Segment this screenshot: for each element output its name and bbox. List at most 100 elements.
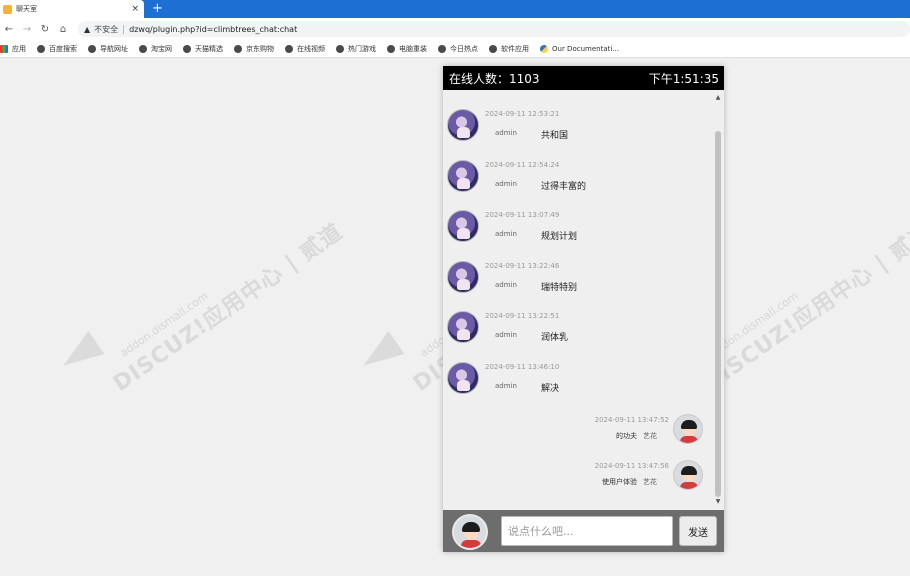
python-icon (540, 44, 548, 53)
watermark-brand: DISCUZ!应用中心 | 贰道 (699, 219, 910, 397)
globe-icon (387, 44, 395, 53)
bookmark-item[interactable]: 电脑重装 (387, 44, 427, 54)
tab-strip: 聊天室 × + (0, 0, 910, 18)
avatar (447, 160, 479, 192)
avatar (447, 210, 479, 242)
avatar-shirt (680, 436, 698, 443)
bookmarks-bar: 应用 百度搜索 导航网址 淘宝网 天猫精选 京东购物 在线视频 热门游戏 电脑重… (0, 40, 910, 58)
avatar (447, 362, 479, 394)
warning-icon: ▲ (84, 24, 91, 34)
insecure-label: 不安全 (94, 24, 119, 34)
scrollbar[interactable]: ▲ ▼ (714, 94, 722, 506)
avatar-hair (681, 420, 697, 429)
message-text: 使用户体验 (602, 478, 637, 486)
message-time: 2024-09-11 13:46:10 (485, 363, 560, 371)
forward-icon[interactable]: → (18, 24, 36, 35)
watermark-arrow-icon (55, 331, 105, 377)
bookmark-item[interactable]: 淘宝网 (139, 44, 172, 54)
message-text: 瑞特特别 (541, 283, 578, 293)
globe-icon (336, 44, 344, 53)
scroll-up-icon[interactable]: ▲ (714, 94, 722, 102)
message-item: 2024-09-11 12:53:21 admin 共和国 (443, 109, 713, 155)
avatar-shirt (461, 540, 481, 548)
avatar-hair (462, 522, 480, 532)
favicon-icon (3, 4, 12, 14)
message-text: 解决 (541, 384, 560, 394)
message-time: 2024-09-11 13:22:46 (485, 262, 560, 270)
globe-icon (438, 44, 446, 53)
message-time: 2024-09-11 13:07:49 (485, 211, 560, 219)
message-author: admin (495, 180, 517, 188)
chat-footer: 发送 (443, 510, 724, 552)
globe-icon (88, 44, 96, 53)
message-input[interactable] (501, 516, 673, 546)
bookmark-item[interactable]: 导航网址 (88, 44, 128, 54)
message-text: 润体乳 (541, 333, 569, 343)
bookmark-item[interactable]: 京东购物 (234, 44, 274, 54)
chat-header: 在线人数：1103 下午1:51:35 (443, 66, 724, 90)
tab-chat-room[interactable]: 聊天室 × (0, 0, 144, 18)
bookmark-item[interactable]: 热门游戏 (336, 44, 376, 54)
close-icon[interactable]: × (131, 4, 139, 14)
url-field[interactable]: ▲ 不安全 dzwq/plugin.php?id=climbtrees_chat… (78, 21, 910, 37)
watermark-arrow-icon (355, 331, 405, 377)
avatar (673, 414, 703, 444)
message-item: 2024-09-11 13:46:10 admin 解决 (443, 362, 713, 408)
message-text: 共和国 (541, 131, 569, 141)
bookmark-item[interactable]: 百度搜索 (37, 44, 77, 54)
avatar (673, 460, 703, 490)
avatar-shirt (680, 482, 698, 489)
address-bar: ← → ↻ ⌂ ▲ 不安全 dzwq/plugin.php?id=climbtr… (0, 18, 910, 40)
apps-icon (0, 44, 8, 53)
globe-icon (139, 44, 147, 53)
message-item: 2024-09-11 12:54:24 admin 过得丰富的 (443, 160, 713, 206)
avatar (452, 514, 488, 550)
globe-icon (234, 44, 242, 53)
bookmark-item[interactable]: 应用 (0, 44, 26, 54)
message-author: 艺花 (643, 432, 657, 440)
message-author: admin (495, 331, 517, 339)
watermark-brand: DISCUZ!应用中心 | 贰道 (109, 219, 348, 397)
clock: 下午1:51:35 (648, 71, 719, 86)
message-time: 2024-09-11 13:22:51 (485, 312, 560, 320)
message-text: 规划计划 (541, 232, 578, 242)
bookmark-item[interactable]: Our Documentati... (540, 44, 619, 53)
message-text: 的功夫 (616, 432, 637, 440)
avatar-hair (681, 466, 697, 475)
avatar (447, 109, 479, 141)
message-author: 艺花 (643, 478, 657, 486)
globe-icon (37, 44, 45, 53)
bookmark-item[interactable]: 天猫精选 (183, 44, 223, 54)
new-tab-button[interactable]: + (152, 1, 163, 17)
message-time: 2024-09-11 12:53:21 (485, 110, 560, 118)
message-time: 2024-09-11 12:54:24 (485, 161, 560, 169)
message-item: 2024-09-11 13:22:46 admin 瑞特特别 (443, 261, 713, 307)
bookmark-item[interactable]: 软件应用 (489, 44, 529, 54)
message-item: 2024-09-11 13:22:51 admin 润体乳 (443, 311, 713, 357)
url-text[interactable]: dzwq/plugin.php?id=climbtrees_chat:chat (129, 25, 297, 34)
send-button[interactable]: 发送 (679, 516, 717, 546)
watermark: DISCUZ!应用中心 | 贰道 addon.dismall.com (55, 219, 348, 397)
scroll-down-icon[interactable]: ▼ (714, 498, 722, 506)
tab-title: 聊天室 (16, 5, 37, 13)
reload-icon[interactable]: ↻ (36, 24, 54, 35)
back-icon[interactable]: ← (0, 24, 18, 35)
chat-window: 在线人数：1103 下午1:51:35 2024-09-11 12:53:21 … (443, 66, 724, 552)
message-text: 过得丰富的 (541, 182, 587, 192)
avatar (447, 261, 479, 293)
message-author: admin (495, 230, 517, 238)
bookmark-item[interactable]: 今日热点 (438, 44, 478, 54)
message-list[interactable]: 2024-09-11 12:53:21 admin 共和国 2024-09-11… (443, 90, 724, 510)
bookmark-item[interactable]: 在线视频 (285, 44, 325, 54)
avatar (447, 311, 479, 343)
address-divider (123, 24, 125, 34)
scrollbar-thumb[interactable] (715, 131, 721, 497)
message-author: admin (495, 382, 517, 390)
online-count: 在线人数：1103 (449, 71, 540, 86)
message-item-own: 2024-09-11 13:47:56 使用户体验 艺花 (443, 460, 713, 500)
message-item: 2024-09-11 13:07:49 admin 规划计划 (443, 210, 713, 256)
home-icon[interactable]: ⌂ (54, 24, 72, 35)
message-author: admin (495, 281, 517, 289)
message-author: admin (495, 129, 517, 137)
message-time: 2024-09-11 13:47:56 (594, 462, 669, 470)
